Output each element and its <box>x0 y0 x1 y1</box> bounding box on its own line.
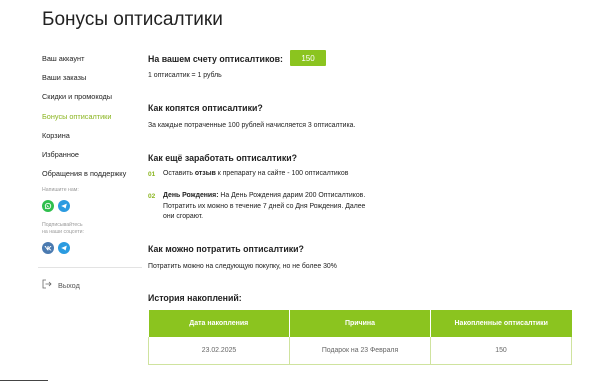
earn-heading: Как копятся оптисалтики? <box>148 103 263 113</box>
sidebar-item-cart[interactable]: Корзина <box>42 131 142 150</box>
review-bold: отзыв <box>194 170 216 177</box>
birthday-bold: День Рождения: <box>163 192 219 199</box>
step-number: 02 <box>148 193 156 200</box>
column-header-amount: Накопленные оптисалтики <box>430 310 572 337</box>
write-us-label: Напишите нам: <box>42 187 79 194</box>
history-table: Дата накопления Причина Накопленные опти… <box>148 310 572 365</box>
column-header-reason: Причина <box>289 310 431 337</box>
telegram-icon[interactable] <box>58 242 70 255</box>
logout-icon <box>42 279 52 291</box>
table-header-row: Дата накопления Причина Накопленные опти… <box>148 310 572 337</box>
account-sidebar: Ваш аккаунт Ваши заказы Скидки и промоко… <box>42 54 142 255</box>
logout-button[interactable]: Выход <box>42 279 80 291</box>
earn-text: За каждые потраченные 100 рублей начисля… <box>148 122 356 129</box>
step-review-text: Оставить отзыв к препарату на сайте - 10… <box>163 170 349 177</box>
spend-heading: Как можно потратить оптисалтики? <box>148 244 304 254</box>
column-header-date: Дата накопления <box>148 310 290 337</box>
cell-date: 23.02.2025 <box>148 337 290 365</box>
balance-badge: 150 <box>290 50 326 66</box>
spend-text: Потратить можно на следующую покупку, но… <box>148 263 337 270</box>
cell-amount: 150 <box>430 337 572 365</box>
sidebar-item-account[interactable]: Ваш аккаунт <box>42 54 142 73</box>
sidebar-item-support[interactable]: Обращения в поддержку <box>42 169 142 188</box>
subscribe-icons <box>42 242 142 255</box>
sidebar-item-discounts[interactable]: Скидки и промокоды <box>42 92 142 111</box>
balance-rate: 1 оптисалтик = 1 рубль <box>148 72 222 79</box>
step-birthday-text: День Рождения: На День Рождения дарим 20… <box>163 192 366 220</box>
sidebar-divider <box>38 267 142 268</box>
sidebar-item-bonuses[interactable]: Бонусы оптисалтики <box>42 112 142 131</box>
write-us-icons <box>42 200 142 213</box>
cell-reason: Подарок на 23 Февраля <box>289 337 431 365</box>
logout-label: Выход <box>58 280 80 290</box>
subscribe-label: Подписывайтесь на наши соцсети: <box>42 222 84 236</box>
history-heading: История накоплений: <box>148 293 242 303</box>
whatsapp-icon[interactable] <box>42 200 54 213</box>
page-title: Бонусы оптисалтики <box>42 9 223 30</box>
step-number: 01 <box>148 171 156 178</box>
sidebar-item-favorites[interactable]: Избранное <box>42 150 142 169</box>
footer-divider <box>0 380 48 381</box>
more-heading: Как ещё заработать оптисалтики? <box>148 153 298 163</box>
telegram-icon[interactable] <box>58 200 70 213</box>
table-row: 23.02.2025 Подарок на 23 Февраля 150 <box>148 337 572 365</box>
vk-icon[interactable] <box>42 242 54 255</box>
balance-label: На вашем счету оптисалтиков: <box>148 54 283 64</box>
sidebar-item-orders[interactable]: Ваши заказы <box>42 73 142 92</box>
